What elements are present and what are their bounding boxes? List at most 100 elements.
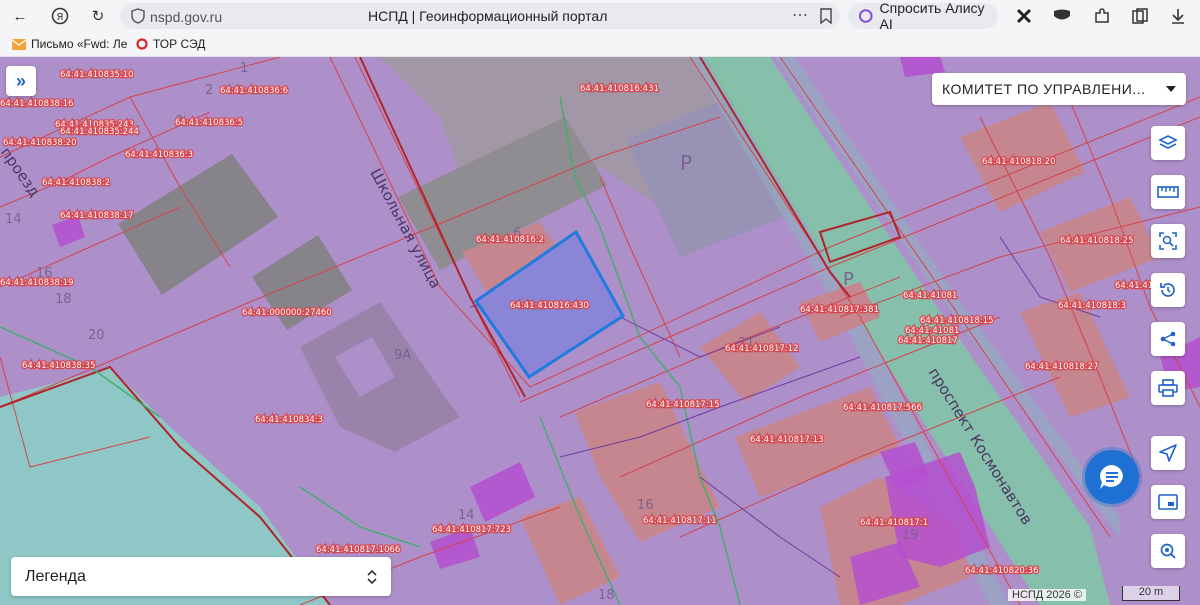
chat-bubble-icon (1100, 465, 1123, 489)
parcel-label: 64:41:410838:19 (0, 278, 74, 288)
parcel-label: 64:41:410838:16 (0, 99, 74, 109)
house-number: 20 (88, 328, 105, 343)
print-icon (1158, 379, 1178, 397)
map-copyright: НСПД 2026 © (1008, 589, 1086, 601)
parcel-label: 64:41:410817 (898, 336, 958, 346)
parcel-label: 64:41:410817:13 (750, 435, 824, 445)
bookmark-mail-label: Письмо «Fwd: Ле (31, 37, 128, 51)
more-dots-icon[interactable]: ⋯ (792, 5, 809, 25)
parcel-label: 64:41:410838:2 (42, 178, 110, 188)
house-number: 19 (902, 528, 919, 543)
house-number: 14 (5, 212, 22, 227)
parcel-label: 64:41:410816:430 (510, 301, 589, 311)
browser-toolbar: ← Я ↻ nspd.gov.ru НСПД | Геоинформационн… (0, 0, 1200, 32)
layers-icon (1158, 135, 1178, 149)
extension-shield-icon[interactable] (1050, 4, 1074, 28)
parcel-label: 64:41:410834:3 (255, 415, 323, 425)
parcel-label: 64:41:410817:1066 (316, 545, 400, 555)
area-select-icon (1159, 232, 1177, 250)
parcel-label: 64:41:410817:723 (432, 525, 511, 535)
parcel-label: 64:41:41081 (903, 291, 957, 301)
parking-label: Р (680, 151, 692, 175)
parcel-label: 64:41:410818:27 (1025, 362, 1099, 372)
house-number: 2 (205, 83, 213, 98)
ask-alice-button[interactable]: Спросить Алису AI (848, 0, 998, 32)
parcel-label: 64:41:410838:20 (3, 138, 77, 148)
shield-icon[interactable] (126, 4, 150, 28)
bookmark-mail[interactable]: Письмо «Fwd: Ле (12, 37, 127, 51)
history-icon (1160, 283, 1175, 297)
parcel-label: 64:41:410817:566 (843, 403, 922, 413)
parcel-label: 64:41:410836:6 (220, 86, 288, 96)
layers-button[interactable] (1151, 126, 1185, 160)
caret-down-icon (1166, 86, 1176, 92)
layer-select-value: КОМИТЕТ ПО УПРАВЛЕНИ... (942, 81, 1146, 97)
parcel-label: 64:41:410817:11 (643, 516, 717, 526)
legend-label: Легенда (25, 567, 86, 585)
parcel-label: 64:41:410817:1 (860, 518, 928, 528)
parcel-label: 64:41:410838:35 (22, 361, 96, 371)
search-location-button[interactable] (1151, 534, 1185, 568)
url-text[interactable]: nspd.gov.ru (150, 9, 222, 25)
house-number: 18 (55, 292, 72, 307)
house-number: 18 (598, 588, 615, 603)
parking-label: Р (843, 269, 854, 290)
parcel-label: 64:41:410818:25 (1060, 236, 1134, 246)
ruler-button[interactable] (1151, 175, 1185, 209)
bookmark-tor-sed[interactable]: ТОР СЭД (136, 37, 205, 51)
back-arrow-icon[interactable]: ← (8, 4, 32, 28)
parcel-label: 64:41:410817:15 (646, 400, 720, 410)
parcel-label: 64:41:410817:381 (800, 305, 879, 315)
parcel-label: 64:41:410818:20 (982, 157, 1056, 167)
expand-panel-button[interactable]: » (6, 66, 36, 96)
parcel-label: 64:41:410820:36 (965, 566, 1039, 576)
house-number: 16 (637, 498, 654, 513)
parcel-label: 64:41:410836:3 (125, 150, 193, 160)
parcel-label: 64:41:000000:27460 (242, 308, 332, 318)
reload-icon[interactable]: ↻ (86, 4, 110, 28)
map-canvas[interactable]: 1 2 3 14 16 18 20 6 Р 9А 16 21 19 14 18 … (0, 57, 1200, 605)
extension-x-icon[interactable] (1012, 4, 1036, 28)
parcel-label: 64:41:410838:17 (60, 211, 134, 221)
parcel-label: 64:41:410818:3 (1058, 301, 1126, 311)
search-location-icon (1160, 543, 1176, 559)
minimap-icon (1158, 494, 1178, 510)
print-button[interactable] (1151, 371, 1185, 405)
navigation-arrow-icon (1159, 444, 1177, 462)
mail-icon (12, 38, 26, 50)
svg-text:Я: Я (57, 12, 64, 23)
tor-sed-icon (136, 38, 148, 50)
parcel-label: 64:41:410835:10 (60, 70, 134, 80)
page-title: НСПД | Геоинформационный портал (368, 8, 608, 24)
parcel-label: 64:41:410816:431 (580, 84, 659, 94)
chat-button[interactable] (1085, 450, 1139, 504)
parcel-label: 64:41:410816:2 (476, 235, 544, 245)
minimap-button[interactable] (1151, 485, 1185, 519)
ask-alice-label: Спросить Алису AI (879, 0, 985, 32)
house-number: 1 (240, 61, 248, 76)
house-number: 14 (458, 508, 475, 523)
locate-button[interactable] (1151, 436, 1185, 470)
bookmark-tor-sed-label: ТОР СЭД (153, 37, 206, 51)
share-icon (1160, 331, 1176, 347)
collections-icon[interactable] (1128, 4, 1152, 28)
extensions-puzzle-icon[interactable] (1090, 4, 1114, 28)
parcel-label: 64:41:41081 (905, 326, 959, 336)
bookmark-icon[interactable] (814, 4, 838, 28)
layer-select-dropdown[interactable]: КОМИТЕТ ПО УПРАВЛЕНИ... (932, 73, 1186, 105)
house-number: 9А (394, 348, 411, 363)
cadastral-map[interactable]: 1 2 3 14 16 18 20 6 Р 9А 16 21 19 14 18 … (0, 57, 1200, 605)
ruler-icon (1157, 186, 1179, 198)
parcel-label: 64:41:410818:15 (920, 316, 994, 326)
parcel-label: 64:41:410836:5 (175, 118, 243, 128)
expand-toggle-icon (367, 569, 377, 584)
download-icon[interactable] (1166, 4, 1190, 28)
map-scale-bar: 20 m (1122, 586, 1180, 601)
parcel-label: 64:41:410817:12 (725, 344, 799, 354)
legend-panel[interactable]: Легенда (11, 557, 391, 596)
alice-icon (858, 9, 873, 23)
yandex-icon[interactable]: Я (48, 4, 72, 28)
share-button[interactable] (1151, 322, 1185, 356)
history-button[interactable] (1151, 273, 1185, 307)
area-select-button[interactable] (1151, 224, 1185, 258)
